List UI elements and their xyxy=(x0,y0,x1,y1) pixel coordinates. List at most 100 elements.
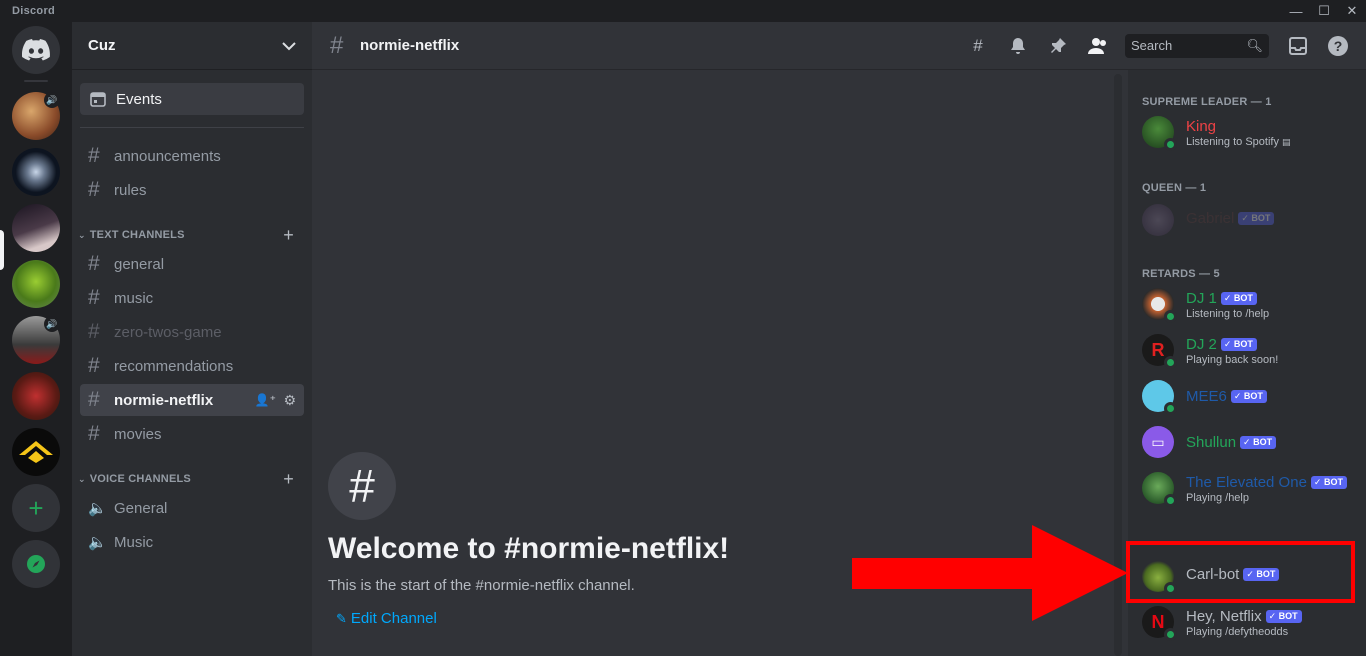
channel-label: Music xyxy=(114,533,154,551)
category-voice-channels[interactable]: ⌄ VOICE CHANNELS + xyxy=(76,469,308,489)
plus-icon: + xyxy=(28,492,44,523)
member-group-label: QUEEN — 1 xyxy=(1142,182,1207,194)
welcome-title: Welcome to #normie-netflix! xyxy=(328,532,730,565)
online-status-icon xyxy=(1164,402,1177,415)
member-name: The Elevated One ✓ BOT xyxy=(1186,474,1347,491)
channel-label: recommendations xyxy=(114,357,234,375)
hash-icon: # xyxy=(88,286,100,309)
server-icon-frog[interactable] xyxy=(12,260,60,308)
chevron-down-icon xyxy=(282,41,296,50)
bot-badge: ✓ BOT xyxy=(1310,476,1347,489)
hash-icon: # xyxy=(88,144,100,167)
channel-normie-netflix[interactable]: # normie-netflix 👤⁺ ⚙ xyxy=(80,384,304,416)
welcome-subtitle: This is the start of the #normie-netflix… xyxy=(328,577,635,594)
create-voice-channel-button[interactable]: + xyxy=(283,469,294,490)
hash-icon: # xyxy=(88,354,100,377)
speaker-icon: 🔈 xyxy=(88,500,107,517)
pencil-icon: ✎ xyxy=(336,611,347,626)
voice-channel-general[interactable]: 🔈 General xyxy=(80,492,304,524)
chevron-down-icon: ⌄ xyxy=(78,229,86,240)
close-button[interactable]: ✕ xyxy=(1340,2,1364,20)
channel-announcements[interactable]: # announcements xyxy=(80,140,304,172)
channel-movies[interactable]: # movies xyxy=(80,418,304,450)
server-icon-roses[interactable] xyxy=(12,372,60,420)
channel-header: # normie-netflix # Search 🔍︎ ? xyxy=(312,22,1366,70)
inbox-icon[interactable] xyxy=(1286,34,1310,58)
invite-icon[interactable]: 👤⁺ xyxy=(255,393,276,407)
svg-text:?: ? xyxy=(1334,38,1343,54)
hash-icon: # xyxy=(88,422,100,445)
avatar: ▭ xyxy=(1142,426,1174,458)
explore-servers-button[interactable] xyxy=(12,540,60,588)
server-icon-snowflake[interactable] xyxy=(12,148,60,196)
threads-icon[interactable]: # xyxy=(966,34,990,58)
title-bar: Discord — ☐ ✕ xyxy=(0,0,1366,22)
server-name: Cuz xyxy=(88,37,116,54)
hash-icon: # xyxy=(88,388,100,411)
member-name: King xyxy=(1186,118,1217,135)
bot-badge: ✓ BOT xyxy=(1220,292,1257,305)
compass-icon xyxy=(27,555,45,573)
chevron-down-icon: ⌄ xyxy=(78,473,86,484)
member-activity: Listening to /help xyxy=(1186,308,1270,320)
rules-hash-icon: # xyxy=(88,178,100,201)
voice-speaker-icon: 🔊 xyxy=(44,92,60,108)
channel-recommendations[interactable]: # recommendations xyxy=(80,350,304,382)
member-group-label: SUPREME LEADER — 1 xyxy=(1142,96,1272,108)
rich-presence-icon: ▤ xyxy=(1282,137,1291,147)
voice-channel-music[interactable]: 🔈 Music xyxy=(80,526,304,558)
server-list: 🔊 🔊 + xyxy=(0,22,72,656)
channel-zero-twos-game[interactable]: # zero-twos-game xyxy=(80,316,304,348)
hash-icon: # xyxy=(88,320,100,343)
channel-label: music xyxy=(114,289,154,307)
bell-icon[interactable] xyxy=(1006,34,1030,58)
pin-icon[interactable] xyxy=(1046,34,1070,58)
channel-label: normie-netflix xyxy=(114,391,214,409)
bot-badge: ✓ BOT xyxy=(1265,610,1302,623)
category-text-channels[interactable]: ⌄ TEXT CHANNELS + xyxy=(76,225,308,245)
help-icon[interactable]: ? xyxy=(1326,34,1350,58)
server-icon-anime[interactable] xyxy=(12,204,60,252)
member-group-label: RETARDS — 5 xyxy=(1142,268,1220,280)
add-server-button[interactable]: + xyxy=(12,484,60,532)
category-label: VOICE CHANNELS xyxy=(89,473,191,485)
member-shullun[interactable]: ▭ Shullun ✓ BOT xyxy=(1142,424,1362,466)
maximize-button[interactable]: ☐ xyxy=(1312,2,1336,20)
search-input[interactable]: Search 🔍︎ xyxy=(1125,34,1269,58)
member-name: MEE6 ✓ BOT xyxy=(1186,388,1267,405)
server-header[interactable]: Cuz xyxy=(72,22,312,70)
search-placeholder: Search xyxy=(1131,38,1173,53)
member-elevated-one[interactable]: The Elevated One ✓ BOT Playing /help xyxy=(1142,470,1362,512)
create-channel-button[interactable]: + xyxy=(283,225,294,246)
edit-channel-label: Edit Channel xyxy=(350,610,437,627)
search-icon: 🔍︎ xyxy=(1246,38,1263,53)
member-mee6[interactable]: MEE6 ✓ BOT xyxy=(1142,378,1362,420)
edit-channel-link[interactable]: ✎ Edit Channel xyxy=(336,610,437,627)
member-name: DJ 2 ✓ BOT xyxy=(1186,336,1257,353)
events-button[interactable]: Events xyxy=(80,83,304,115)
events-label: Events xyxy=(116,90,162,108)
home-button[interactable] xyxy=(12,26,60,74)
app-brand: Discord xyxy=(12,5,56,17)
online-status-icon xyxy=(1164,356,1177,369)
gear-icon[interactable]: ⚙ xyxy=(283,392,296,409)
channel-music[interactable]: # music xyxy=(80,282,304,314)
member-king[interactable]: King Listening to Spotify ▤ xyxy=(1142,114,1362,156)
channel-sidebar: Cuz Events # announcements # rules ⌄ TEXT … xyxy=(72,22,312,656)
member-queen-bot[interactable]: Gabriel ✓ BOT xyxy=(1142,202,1362,244)
minimize-button[interactable]: — xyxy=(1284,2,1308,20)
member-dj1[interactable]: DJ 1 ✓ BOT Listening to /help xyxy=(1142,286,1362,328)
member-activity: Listening to Spotify ▤ xyxy=(1186,136,1291,148)
discord-logo-icon xyxy=(22,39,50,61)
members-icon[interactable] xyxy=(1086,34,1110,58)
channel-rules[interactable]: # rules xyxy=(80,174,304,206)
channel-label: general xyxy=(114,255,165,273)
server-icon-gold[interactable] xyxy=(12,428,60,476)
member-hey-netflix[interactable]: N Hey, Netflix ✓ BOT Playing /defytheodds xyxy=(1142,604,1362,646)
member-dj2[interactable]: R DJ 2 ✓ BOT Playing back soon! xyxy=(1142,332,1362,374)
member-name: Gabriel ✓ BOT xyxy=(1186,210,1275,227)
calendar-icon xyxy=(90,92,106,107)
avatar xyxy=(1142,204,1174,236)
annotation-arrow xyxy=(852,525,1128,621)
channel-general[interactable]: # general xyxy=(80,248,304,280)
